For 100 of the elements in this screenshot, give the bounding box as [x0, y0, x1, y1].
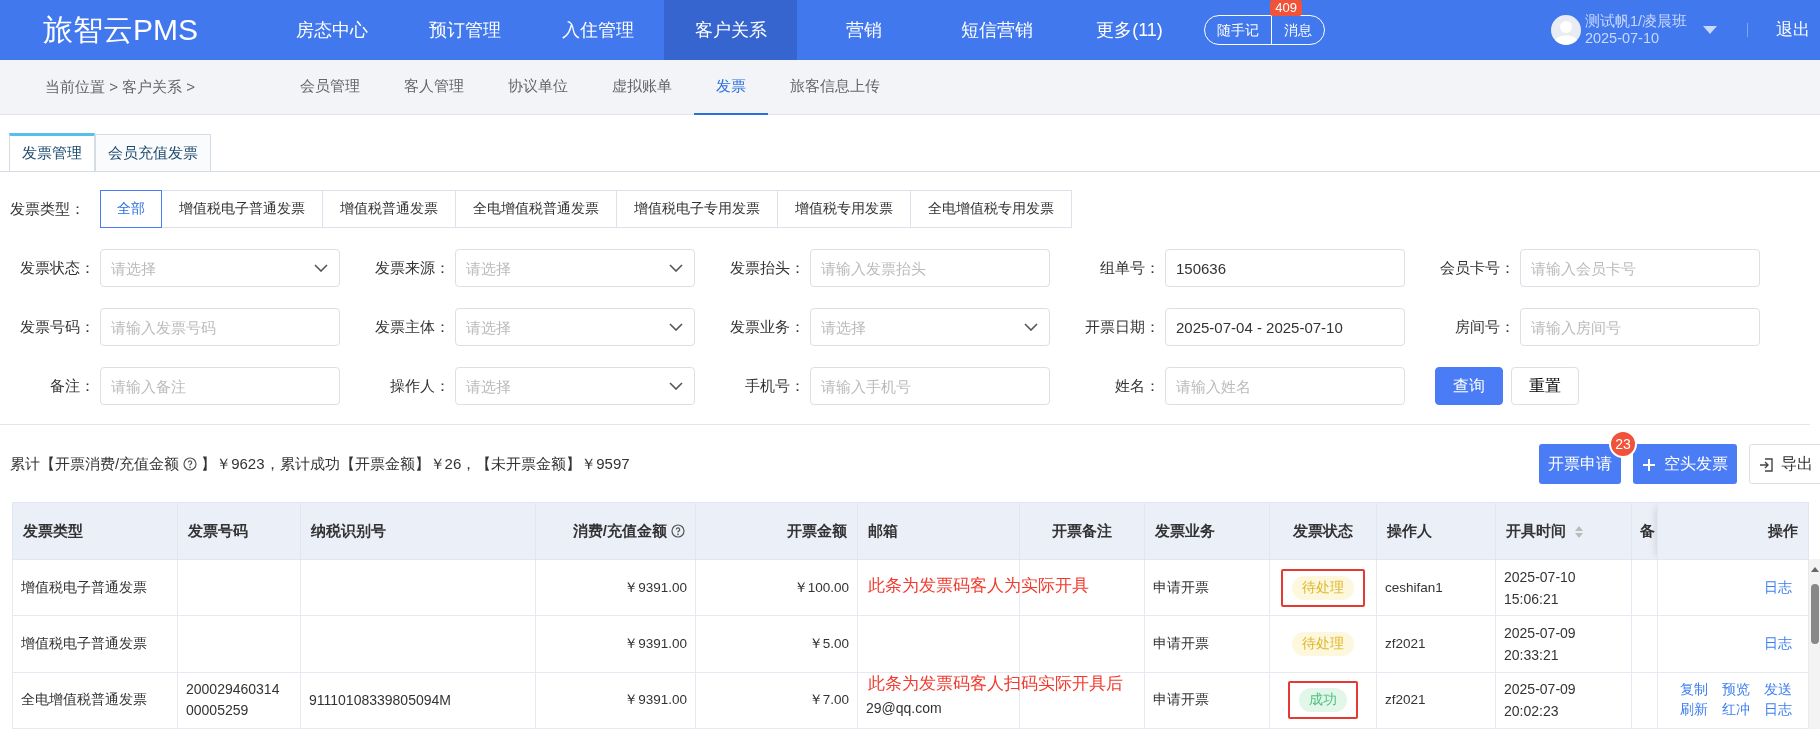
chevron-down-icon	[669, 264, 683, 272]
action-link[interactable]: 日志	[1764, 700, 1792, 721]
table-cell: 91110108339805094M	[309, 691, 451, 708]
table-cell: ￥5.00	[808, 635, 849, 651]
chevron-down-icon	[669, 382, 683, 390]
annotation-text: 此条为发票码客人扫码实际开具后	[868, 672, 1123, 695]
action-link[interactable]: 红冲	[1722, 700, 1750, 721]
app-logo: 旅智云PMS	[42, 12, 199, 48]
annotation-text: 此条为发票码客人为实际开具	[868, 574, 1089, 597]
search-button[interactable]: 查询	[1435, 367, 1503, 405]
input-field[interactable]: 请输入手机号	[810, 367, 1050, 405]
filter-label: 发票类型：	[10, 198, 86, 219]
filter-label: 姓名：	[1114, 375, 1160, 396]
summary-text: 累计【开票消费/充值金额	[10, 453, 180, 474]
invoice-type-option[interactable]: 全电增值税普通发票	[455, 190, 617, 228]
user-avatar	[1550, 15, 1581, 45]
scrollbar[interactable]	[1809, 559, 1820, 729]
invoice-type-option[interactable]: 增值税专用发票	[777, 190, 911, 228]
nav-tab[interactable]: 短信营销	[930, 0, 1063, 60]
subnav-tab[interactable]: 客人管理	[382, 59, 486, 115]
nav-tab[interactable]: 更多(11)	[1063, 0, 1196, 60]
nav-tab[interactable]: 营销	[797, 0, 930, 60]
table-cell: 增值税电子普通发票	[21, 635, 147, 651]
column-header: 发票类型	[12, 502, 178, 560]
subnav-tab[interactable]: 发票	[694, 59, 768, 115]
input-field[interactable]: 请输入备注	[100, 367, 340, 405]
column-header: 消费/充值金额	[572, 521, 667, 539]
select-field[interactable]: 请选择	[810, 308, 1050, 346]
table-cell-text: 2025-07-09 20:33:21	[1504, 623, 1577, 665]
business-date: 2025-07-10	[1584, 30, 1661, 47]
input-field[interactable]: 2025-07-04 - 2025-07-10	[1165, 308, 1405, 346]
nav-tab[interactable]: 预订管理	[398, 0, 531, 60]
column-header: 操作	[1657, 502, 1809, 560]
scrollbar-thumb[interactable]	[1811, 584, 1819, 644]
invoice-type-option[interactable]: 全部	[100, 190, 162, 228]
column-header: 开具时间	[1506, 521, 1566, 539]
table-cell: 申请开票	[1153, 692, 1209, 708]
chevron-down-icon	[314, 264, 328, 272]
action-link[interactable]: 复制	[1680, 680, 1708, 701]
nav-tab[interactable]: 入住管理	[531, 0, 664, 60]
nav-tab[interactable]: 客户关系	[664, 0, 797, 60]
message-count-badge: 409	[1270, 0, 1302, 16]
invoice-type-option[interactable]: 全电增值税专用发票	[910, 190, 1072, 228]
select-field[interactable]: 请选择	[455, 308, 695, 346]
blank-invoice-button[interactable]: 空头发票	[1633, 444, 1737, 484]
sort-icon[interactable]	[1574, 524, 1584, 539]
column-header: 开票金额	[695, 502, 858, 560]
breadcrumb: 当前位置 > 客户关系 >	[44, 76, 197, 97]
table-cell: ceshifan1	[1385, 579, 1443, 595]
messages-button[interactable]: 消息	[1272, 16, 1324, 44]
summary-text: 】￥9623，累计成功【开票金额】￥26，【未开票金额】￥9597	[201, 453, 630, 474]
table-cell: zf2021	[1385, 692, 1426, 708]
select-field[interactable]: 请选择	[455, 367, 695, 405]
filter-label: 组单号：	[1099, 257, 1160, 278]
input-field[interactable]: 150636	[1165, 249, 1405, 287]
input-field[interactable]: 请输入发票抬头	[810, 249, 1050, 287]
nav-tab[interactable]: 房态中心	[265, 0, 398, 60]
subnav-tab[interactable]: 虚拟账单	[590, 59, 694, 115]
input-field[interactable]: 请输入发票号码	[100, 308, 340, 346]
status-tag: 待处理	[1292, 632, 1354, 656]
table-cell: 增值税电子普通发票	[21, 579, 147, 595]
subnav-tab[interactable]: 旅客信息上传	[768, 59, 902, 115]
action-link[interactable]: 日志	[1764, 577, 1792, 598]
action-link[interactable]: 预览	[1722, 680, 1750, 701]
invoice-type-option[interactable]: 增值税电子专用发票	[616, 190, 778, 228]
table-cell-text: 2025-07-09 20:02:23	[1504, 680, 1577, 722]
input-field[interactable]: 请输入姓名	[1165, 367, 1405, 405]
action-link[interactable]: 日志	[1764, 633, 1792, 655]
input-field[interactable]: 请输入房间号	[1520, 308, 1760, 346]
select-field[interactable]: 请选择	[455, 249, 695, 287]
column-header: 备	[1631, 502, 1658, 560]
invoice-type-option[interactable]: 增值税电子普通发票	[161, 190, 323, 228]
column-header: 纳税识别号	[300, 502, 536, 560]
chevron-down-icon	[1024, 323, 1038, 331]
filter-label: 发票来源：	[374, 257, 450, 278]
select-field[interactable]: 请选择	[100, 249, 340, 287]
column-header: 邮箱	[857, 502, 1020, 560]
caret-icon[interactable]	[1703, 26, 1717, 34]
invoice-type-option[interactable]: 增值税普通发票	[322, 190, 456, 228]
page-tab[interactable]: 发票管理	[9, 133, 95, 171]
filter-label: 发票业务：	[729, 316, 805, 337]
pending-count-badge: 23	[1609, 430, 1637, 458]
reset-button[interactable]: 重置	[1511, 367, 1579, 405]
filter-label: 发票状态：	[19, 257, 95, 278]
logout-button[interactable]: 退出	[1776, 0, 1820, 60]
column-header: 发票号码	[177, 502, 301, 560]
subnav-tab[interactable]: 会员管理	[278, 59, 382, 115]
action-link[interactable]: 发送	[1764, 680, 1792, 701]
action-link[interactable]: 刷新	[1680, 700, 1708, 721]
page-tab[interactable]: 会员充值发票	[95, 134, 211, 171]
filter-label: 发票号码：	[19, 316, 95, 337]
export-button[interactable]: 导出	[1749, 444, 1820, 484]
notes-button[interactable]: 随手记	[1205, 16, 1271, 44]
table-cell-text: 20002946031400005259	[186, 680, 280, 721]
table-cell: zf2021	[1385, 635, 1426, 651]
table-cell: ￥9391.00	[624, 635, 687, 651]
status-tag: 待处理	[1292, 575, 1354, 600]
table-cell-text: 2025-07-10 15:06:21	[1504, 567, 1577, 609]
input-field[interactable]: 请输入会员卡号	[1520, 249, 1760, 287]
subnav-tab[interactable]: 协议单位	[486, 59, 590, 115]
